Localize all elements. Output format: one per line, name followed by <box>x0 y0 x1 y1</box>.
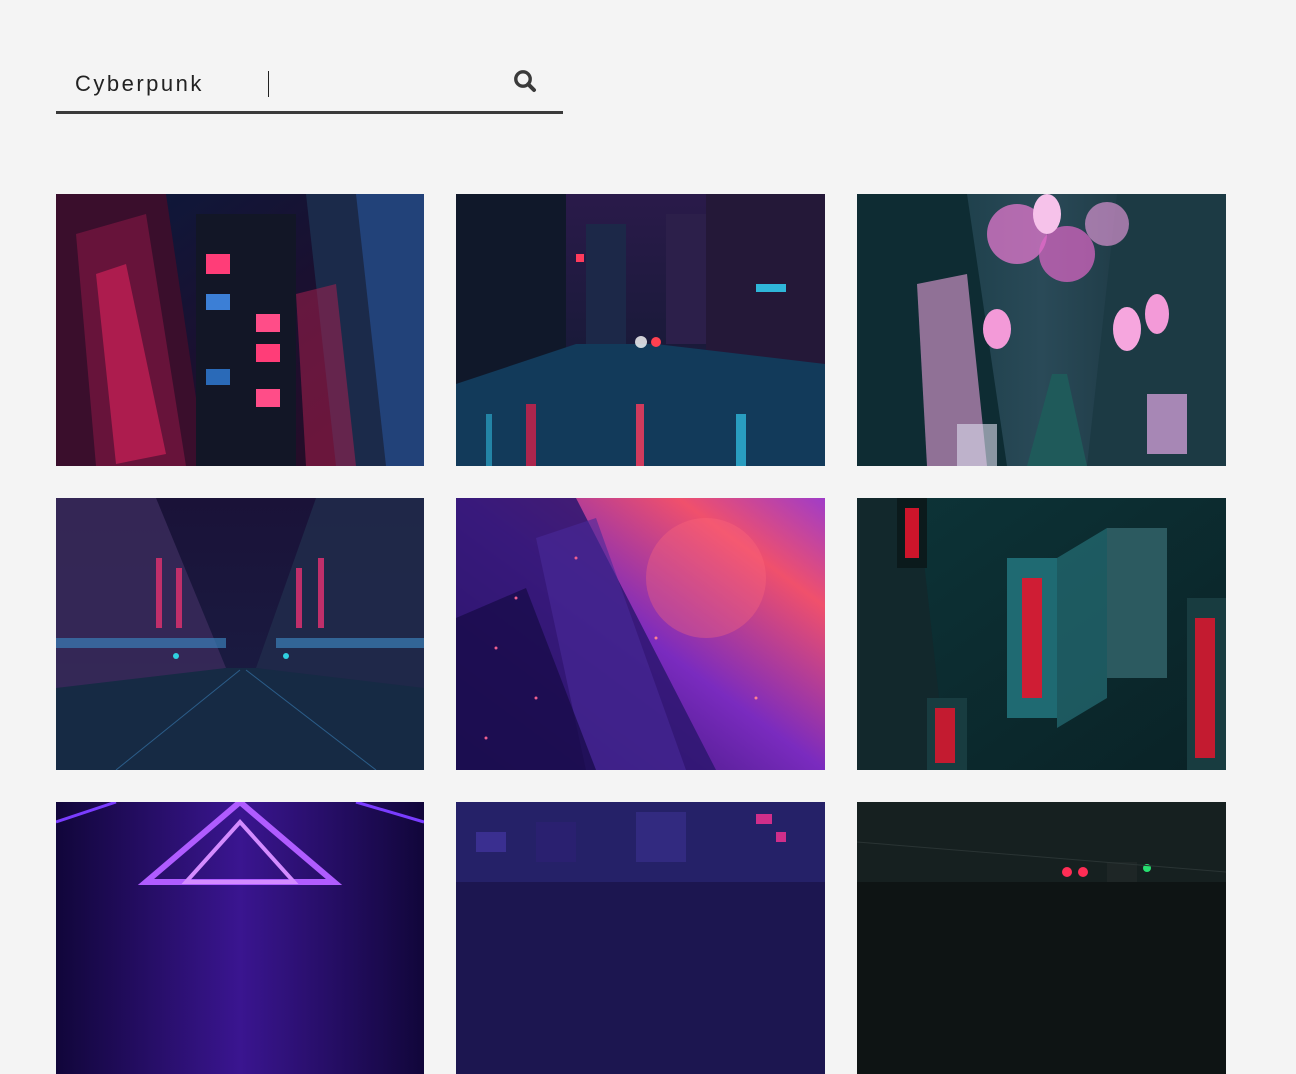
search-bar <box>56 60 563 114</box>
gallery-image-3[interactable] <box>857 194 1226 466</box>
image-gallery <box>56 194 1226 1074</box>
gallery-image-7[interactable] <box>56 802 424 1074</box>
gallery-image-6[interactable] <box>857 498 1226 770</box>
gallery-image-5[interactable] <box>456 498 825 770</box>
gallery-image-8[interactable] <box>456 802 825 1074</box>
text-cursor <box>268 71 269 97</box>
gallery-image-4[interactable] <box>56 498 424 770</box>
gallery-image-2[interactable] <box>456 194 825 466</box>
gallery-image-9[interactable] <box>857 802 1226 1074</box>
search-input[interactable] <box>56 60 496 108</box>
gallery-image-1[interactable] <box>56 194 424 466</box>
search-icon[interactable] <box>512 68 540 96</box>
